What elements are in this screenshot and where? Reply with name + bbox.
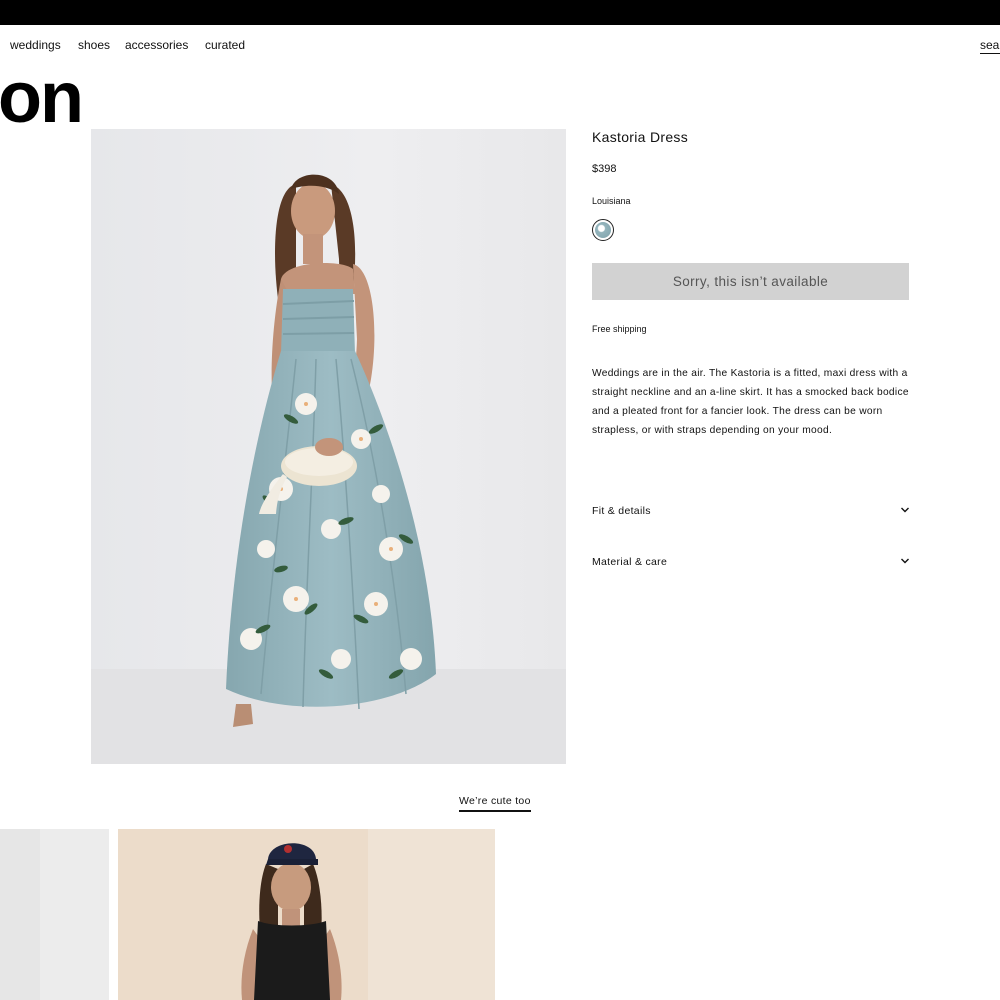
nav-item-shoes[interactable]: shoes bbox=[78, 38, 110, 52]
product-main-image[interactable] bbox=[91, 129, 566, 764]
dress-model-photo bbox=[91, 129, 566, 764]
related-product-image-1[interactable] bbox=[0, 829, 109, 1000]
chevron-down-icon bbox=[901, 507, 909, 513]
accordion-label: Material & care bbox=[592, 556, 668, 568]
product-description: Weddings are in the air. The Kastoria is… bbox=[592, 368, 909, 436]
color-swatch-louisiana[interactable] bbox=[592, 219, 614, 241]
shipping-note: Free shipping bbox=[592, 324, 647, 334]
related-photo-2 bbox=[118, 829, 495, 1000]
accordion-fit-details[interactable]: Fit & details bbox=[592, 502, 910, 522]
nav-item-accessories[interactable]: accessories bbox=[125, 38, 188, 52]
unavailable-button[interactable]: Sorry, this isn’t available bbox=[592, 263, 909, 300]
product-page: weddings shoes accessories curated searc… bbox=[0, 0, 1000, 1000]
chevron-down-icon bbox=[901, 558, 909, 564]
collection-title: on bbox=[0, 58, 84, 138]
related-photo-1 bbox=[0, 829, 109, 1000]
accordion-material-care[interactable]: Material & care bbox=[592, 553, 910, 573]
main-nav: weddings shoes accessories curated searc… bbox=[0, 25, 1000, 65]
product-name: Kastoria Dress bbox=[592, 129, 689, 145]
related-products-tab[interactable]: We’re cute too bbox=[459, 795, 531, 812]
product-price: $398 bbox=[592, 163, 617, 175]
nav-item-weddings[interactable]: weddings bbox=[10, 38, 61, 52]
search-link[interactable]: search bbox=[980, 38, 1000, 54]
top-announcement-bar bbox=[0, 0, 1000, 25]
color-label: Louisiana bbox=[592, 196, 631, 206]
nav-item-curated[interactable]: curated bbox=[205, 38, 245, 52]
swatch-pattern bbox=[595, 222, 611, 238]
accordion-label: Fit & details bbox=[592, 505, 651, 517]
related-product-image-2[interactable] bbox=[118, 829, 495, 1000]
